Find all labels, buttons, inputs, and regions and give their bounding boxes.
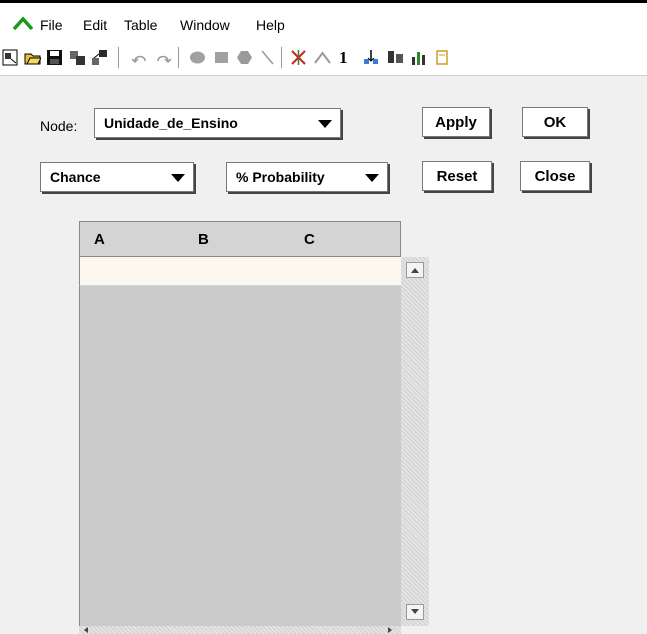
- undo-icon[interactable]: [131, 49, 148, 66]
- toolbar-separator: [281, 47, 282, 68]
- arc-reverse-icon[interactable]: [363, 49, 380, 66]
- save-icon[interactable]: [46, 49, 63, 66]
- open-icon[interactable]: [24, 49, 41, 66]
- menu-window[interactable]: Window: [180, 17, 230, 33]
- node-select[interactable]: Unidade_de_Ensino: [94, 108, 341, 138]
- toolbar-separator: [178, 47, 179, 68]
- overflow-icon[interactable]: [434, 49, 451, 66]
- node-type-select[interactable]: Chance: [40, 162, 194, 192]
- display-mode-select-value: % Probability: [236, 169, 325, 185]
- case-icon[interactable]: [387, 49, 404, 66]
- mountain-icon[interactable]: [314, 49, 331, 66]
- column-header-a[interactable]: A: [94, 231, 105, 248]
- scroll-up-icon: [411, 268, 419, 273]
- chevron-down-icon: [318, 120, 332, 128]
- apply-button[interactable]: Apply: [422, 107, 490, 137]
- scroll-down-icon: [411, 609, 419, 614]
- horizontal-scrollbar[interactable]: [79, 626, 401, 634]
- menu-edit[interactable]: Edit: [83, 17, 107, 33]
- one-text-icon[interactable]: 1: [339, 48, 348, 68]
- chevron-down-icon: [171, 174, 185, 182]
- redo-icon[interactable]: [155, 49, 172, 66]
- scroll-down-button[interactable]: [406, 604, 424, 620]
- node-select-value: Unidade_de_Ensino: [104, 115, 238, 131]
- menu-table[interactable]: Table: [124, 17, 157, 33]
- reset-button[interactable]: Reset: [422, 161, 492, 191]
- toolbar: 1: [0, 41, 647, 76]
- vertical-scrollbar[interactable]: [401, 257, 429, 626]
- probability-table: A B C: [79, 221, 429, 634]
- new-network-icon[interactable]: [2, 49, 19, 66]
- table-body: [79, 286, 401, 626]
- table-header: A B C: [79, 221, 401, 257]
- menu-help[interactable]: Help: [256, 17, 285, 33]
- app-logo-icon: [13, 16, 33, 30]
- network-icon[interactable]: [91, 49, 108, 66]
- table-row[interactable]: [79, 257, 401, 286]
- arrow-tool-icon[interactable]: [259, 49, 276, 66]
- scroll-left-icon[interactable]: [81, 626, 91, 634]
- display-mode-select[interactable]: % Probability: [226, 162, 388, 192]
- toolbar-separator: [118, 47, 119, 68]
- compile-icon[interactable]: [69, 49, 86, 66]
- column-header-c[interactable]: C: [304, 231, 315, 248]
- decision-node-icon[interactable]: [213, 49, 230, 66]
- delete-link-icon[interactable]: [290, 49, 307, 66]
- ok-button[interactable]: OK: [522, 107, 588, 137]
- utility-node-icon[interactable]: [236, 49, 253, 66]
- menu-bar: File Edit Table Window Help: [0, 3, 647, 41]
- close-button[interactable]: Close: [520, 161, 590, 191]
- menu-file[interactable]: File: [40, 17, 63, 33]
- bars-icon[interactable]: [411, 49, 428, 66]
- chance-node-icon[interactable]: [189, 49, 206, 66]
- node-type-select-value: Chance: [50, 169, 101, 185]
- chevron-down-icon: [365, 174, 379, 182]
- scroll-right-icon[interactable]: [385, 626, 395, 634]
- scroll-up-button[interactable]: [406, 262, 424, 278]
- node-label: Node:: [40, 118, 78, 134]
- column-header-b[interactable]: B: [198, 231, 209, 248]
